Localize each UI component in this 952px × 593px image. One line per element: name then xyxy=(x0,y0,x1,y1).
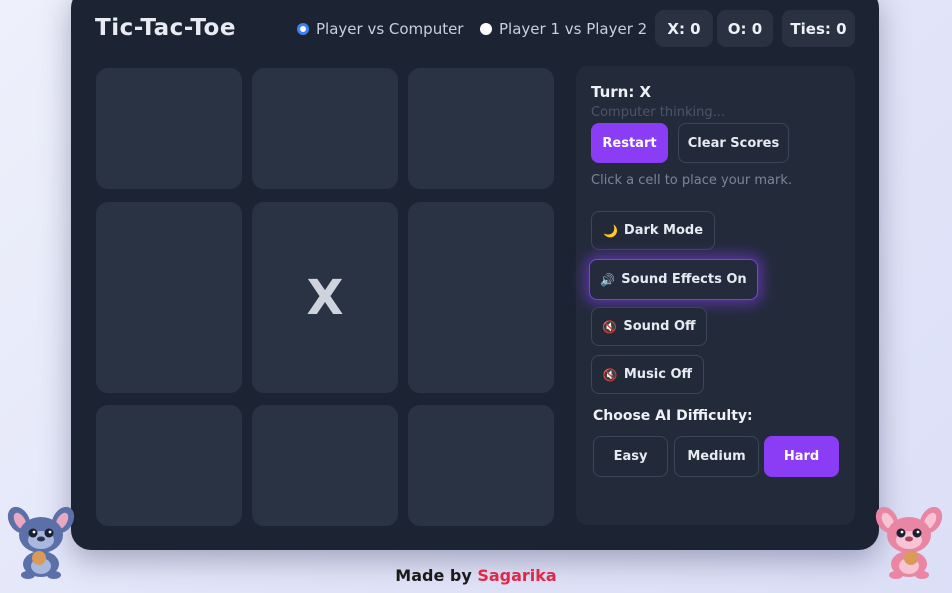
radio-selected-icon[interactable] xyxy=(297,23,309,35)
muted-speaker-icon: 🔇 xyxy=(602,319,618,334)
restart-button[interactable]: Restart xyxy=(591,123,668,163)
music-off-label: Music Off xyxy=(623,367,693,382)
footer-author: Sagarika xyxy=(477,566,557,585)
mode-label-pvc: Player vs Computer xyxy=(316,20,464,38)
score-x-badge: X: 0 xyxy=(655,10,713,47)
score-ties-badge: Ties: 0 xyxy=(782,10,855,47)
board-cell-4[interactable] xyxy=(96,202,242,393)
board-cell-3[interactable] xyxy=(408,68,554,189)
footer-prefix: Made by xyxy=(395,566,472,585)
turn-indicator: Turn: X xyxy=(591,83,652,101)
moon-icon: 🌙 xyxy=(602,223,618,238)
board-cell-1[interactable] xyxy=(96,68,242,189)
difficulty-medium-button[interactable]: Medium xyxy=(674,436,759,477)
score-o-badge: O: 0 xyxy=(717,10,773,47)
difficulty-easy-button[interactable]: Easy xyxy=(593,436,668,477)
sound-effects-label: Sound Effects On xyxy=(621,272,747,287)
status-text: Computer thinking... xyxy=(591,105,725,120)
difficulty-label: Choose AI Difficulty: xyxy=(593,408,753,424)
app-title: Tic-Tac-Toe xyxy=(95,15,236,41)
hint-text: Click a cell to place your mark. xyxy=(591,173,792,188)
control-panel: Turn: X Computer thinking... Restart Cle… xyxy=(576,66,855,525)
board-cell-8[interactable] xyxy=(252,405,398,526)
dark-mode-button[interactable]: 🌙 Dark Mode xyxy=(591,211,715,250)
sound-off-label: Sound Off xyxy=(623,319,696,334)
game-window: Tic-Tac-Toe Player vs Computer Player 1 … xyxy=(71,0,879,550)
mode-label-pvp: Player 1 vs Player 2 xyxy=(499,20,648,38)
board-cell-9[interactable] xyxy=(408,405,554,526)
radio-unselected-icon[interactable] xyxy=(480,23,492,35)
difficulty-hard-button[interactable]: Hard xyxy=(764,436,839,477)
music-off-button[interactable]: 🔇 Music Off xyxy=(591,355,704,394)
mode-option-pvc[interactable]: Player vs Computer xyxy=(297,20,463,38)
board-cell-5[interactable]: X xyxy=(252,202,398,393)
board-cell-6[interactable] xyxy=(408,202,554,393)
speaker-icon: 🔊 xyxy=(600,272,616,287)
footer-credit: Made by Sagarika xyxy=(0,566,952,585)
dark-mode-label: Dark Mode xyxy=(623,223,704,238)
board-cell-7[interactable] xyxy=(96,405,242,526)
game-board: X xyxy=(96,68,554,526)
mode-option-pvp[interactable]: Player 1 vs Player 2 xyxy=(480,20,647,38)
board-cell-2[interactable] xyxy=(252,68,398,189)
sound-off-button[interactable]: 🔇 Sound Off xyxy=(591,307,707,346)
sound-effects-button[interactable]: 🔊 Sound Effects On xyxy=(589,259,758,300)
clear-scores-button[interactable]: Clear Scores xyxy=(678,123,789,163)
muted-music-icon: 🔇 xyxy=(602,367,618,382)
